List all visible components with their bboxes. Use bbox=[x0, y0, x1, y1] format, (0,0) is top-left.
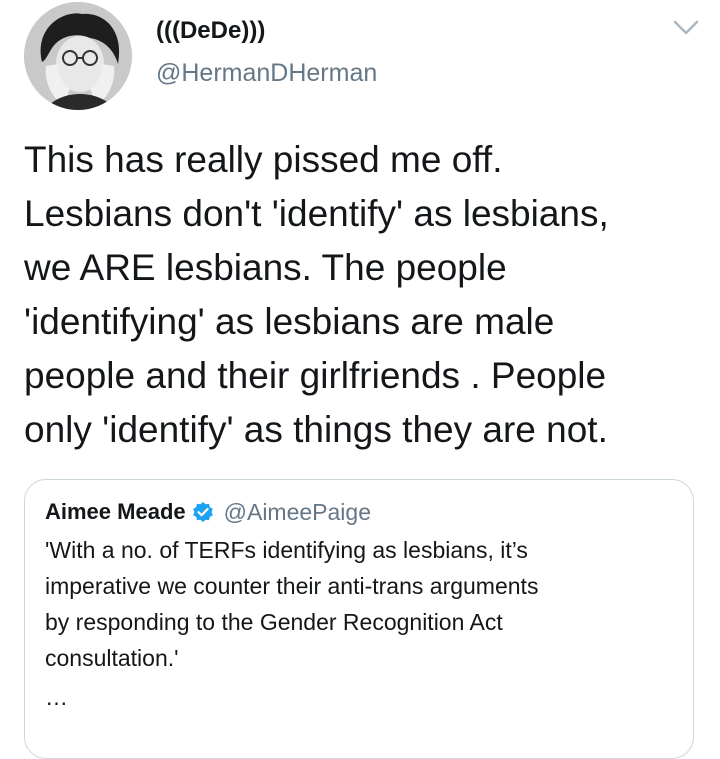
quoted-tweet-text: 'With a no. of TERFs identifying as lesb… bbox=[45, 537, 539, 671]
user-avatar-icon bbox=[24, 2, 132, 110]
quoted-tweet[interactable]: Aimee Meade @AimeePaige 'With a no. of T… bbox=[24, 479, 694, 759]
quoted-author-handle[interactable]: @AimeePaige bbox=[224, 497, 371, 527]
quoted-tweet-header: Aimee Meade @AimeePaige bbox=[45, 497, 371, 527]
chevron-down-icon bbox=[673, 20, 699, 35]
verified-badge-icon bbox=[192, 501, 214, 523]
tweet-menu-button[interactable] bbox=[672, 16, 700, 38]
quoted-tweet-truncation: … bbox=[45, 684, 68, 710]
tweet: (((DeDe))) @HermanDHerman This has reall… bbox=[0, 0, 720, 759]
quoted-author-name[interactable]: Aimee Meade bbox=[45, 497, 186, 527]
tweet-text: This has really pissed me off. Lesbians … bbox=[24, 139, 609, 450]
author-avatar[interactable] bbox=[24, 2, 132, 110]
author-handle[interactable]: @HermanDHerman bbox=[156, 58, 377, 88]
author-display-name[interactable]: (((DeDe))) bbox=[156, 16, 265, 46]
